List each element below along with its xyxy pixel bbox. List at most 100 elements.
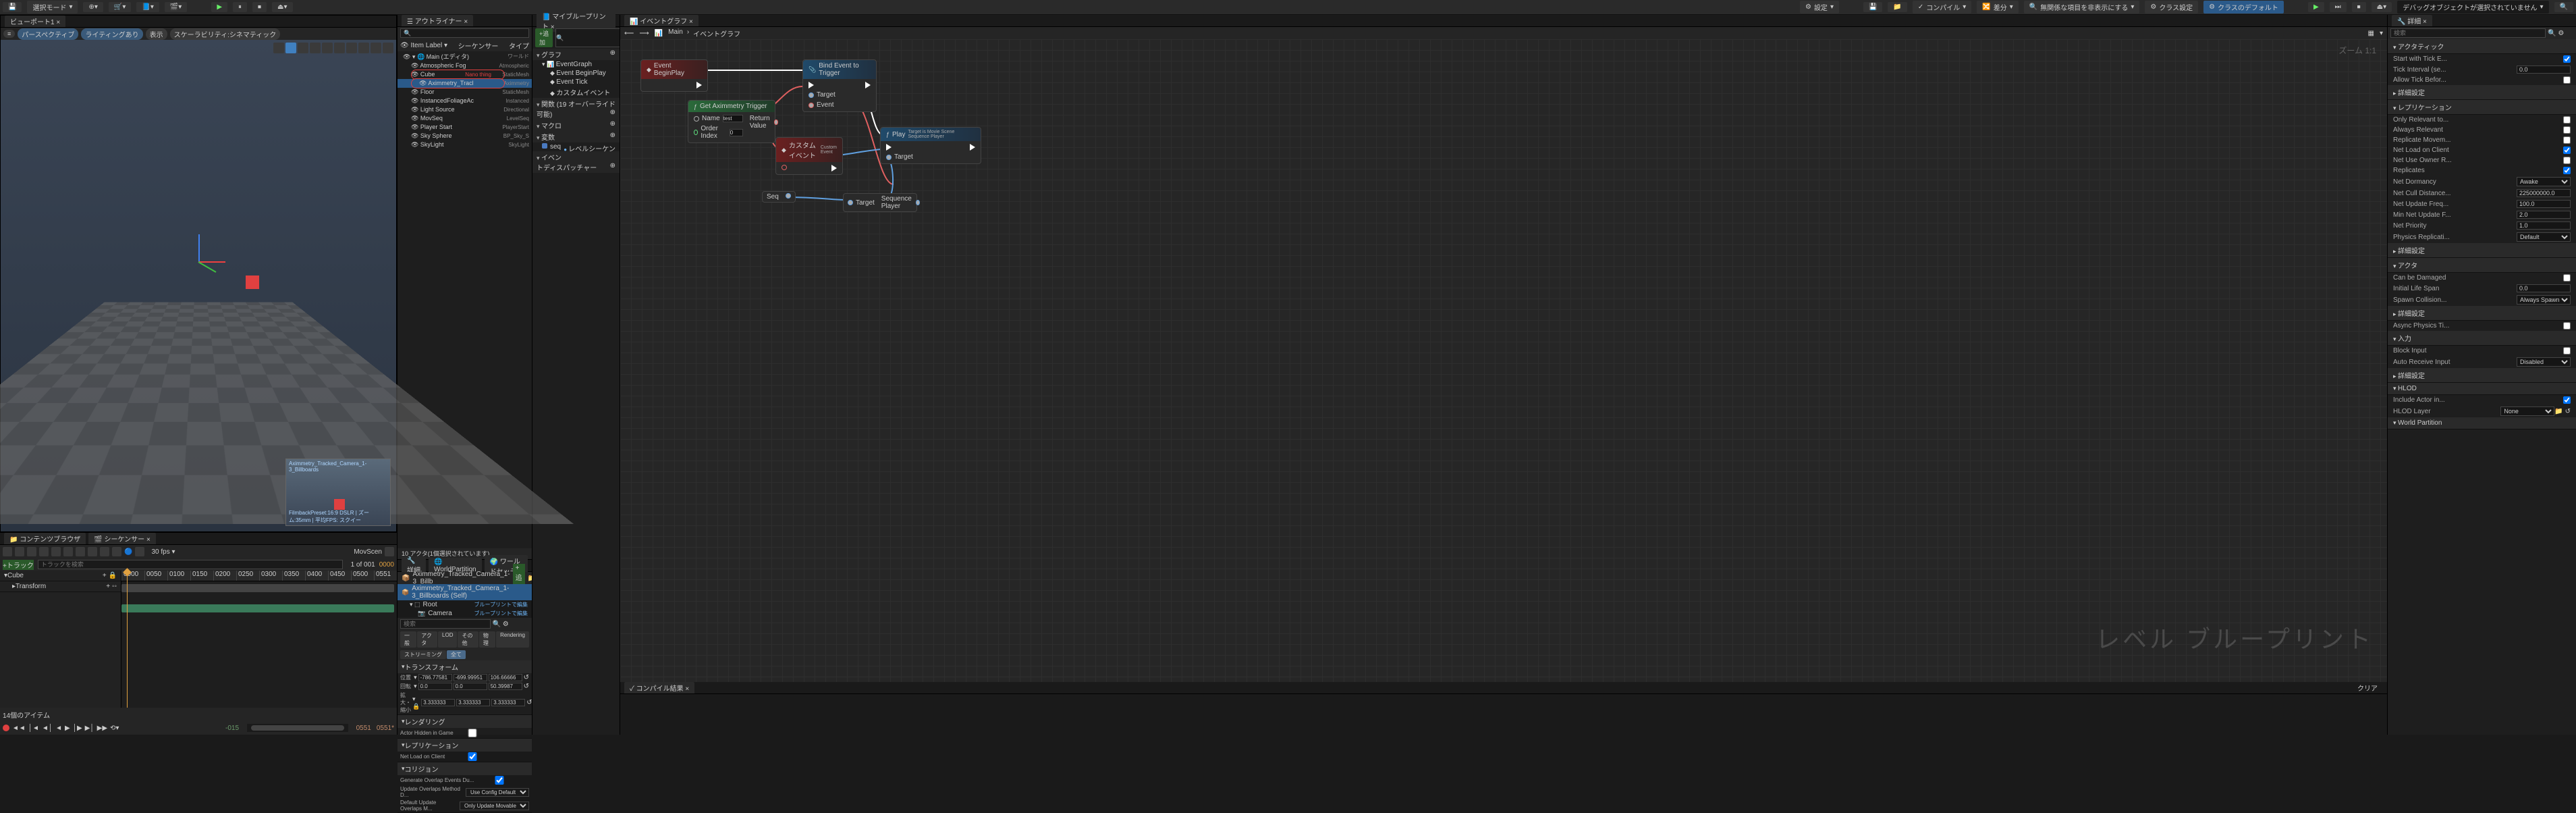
camera-component[interactable]: 📷 Cameraブループリントで編集 <box>398 609 532 618</box>
actor-tick-section[interactable]: ▾ アクタティック <box>2388 39 2576 54</box>
eventgraph-tab[interactable]: 📊 イベントグラフ × <box>624 15 698 26</box>
eventgraph-item[interactable]: ▾ 📊 EventGraph <box>532 60 620 69</box>
graph-options-icon[interactable]: ▾ <box>2380 30 2383 37</box>
clear-button[interactable]: クリア <box>2357 683 2378 693</box>
rot-y[interactable] <box>454 683 487 690</box>
replication-section[interactable]: ▾ レプリケーション <box>398 739 532 752</box>
graph-home-icon[interactable]: 📊 <box>655 30 663 37</box>
actions-icon[interactable] <box>39 547 49 556</box>
range-start[interactable]: -015 <box>225 725 239 732</box>
render-icon[interactable] <box>27 547 36 556</box>
root-component[interactable]: ▾ ⬚ Rootブループリントで編集 <box>398 600 532 609</box>
node-seq-var[interactable]: Seq <box>762 191 796 203</box>
block-input-check[interactable] <box>2563 347 2571 355</box>
order-input[interactable] <box>730 129 743 136</box>
class-defaults-button[interactable]: ⚙ クラスのデフォルト <box>2203 1 2284 14</box>
physics-rep-select[interactable]: Default <box>2517 232 2571 242</box>
rotate-tool-icon[interactable] <box>310 43 321 53</box>
browse-icon[interactable]: 📁 <box>1888 2 1907 12</box>
snap-grid-icon[interactable] <box>334 43 345 53</box>
actor-name[interactable]: Aximmetry_Tracked_Camera_1-3_Billb <box>412 571 510 585</box>
current-frame[interactable]: 0000 <box>379 561 394 569</box>
min-net-input[interactable] <box>2517 211 2571 219</box>
viewport-tab[interactable]: ビューポート1 × <box>5 16 65 27</box>
transform-gizmo[interactable] <box>178 241 219 282</box>
net-update-input[interactable] <box>2517 200 2571 208</box>
add-track-button[interactable]: +トラック <box>3 560 34 570</box>
tab-all[interactable]: 全て <box>447 650 466 659</box>
range-end[interactable]: 0551 <box>356 725 371 732</box>
content-browser-tab[interactable]: 📁 コンテンツブラウザ <box>4 533 86 544</box>
start-tick-check[interactable] <box>2563 55 2571 63</box>
outliner-item[interactable]: 👁 ▾ 🌐 Main (エディタ)ワールド <box>398 51 532 61</box>
mode-dropdown[interactable]: 選択モード ▾ <box>27 1 78 14</box>
eject-button-2[interactable]: ⏏▾ <box>2372 2 2392 12</box>
sequencer-dropdown[interactable]: 🎬▾ <box>165 2 187 12</box>
net-dormancy-select[interactable]: Awake <box>2517 177 2571 186</box>
update-method-select[interactable]: Use Config Default <box>466 788 529 797</box>
functions-header[interactable]: ▾ 関数 (19 オーバーライド可能) ⊕ <box>532 98 620 120</box>
settings-dropdown[interactable]: ⚙ 設定▾ <box>1800 1 1839 14</box>
step-back-icon[interactable]: ◄│ <box>42 725 53 732</box>
input-section[interactable]: ▾ 入力 <box>2388 331 2576 346</box>
event-graph-canvas[interactable]: ズーム 1:1 レベル ブループリント ◆ Event BeginPlay <box>620 39 2387 682</box>
curve-icon[interactable] <box>112 547 121 556</box>
reset-pos-icon[interactable]: ↺ <box>524 674 529 681</box>
class-settings-button[interactable]: ⚙ クラス設定 <box>2145 1 2198 14</box>
show-dropdown[interactable]: 表示 <box>146 28 167 40</box>
node-event-beginplay[interactable]: ◆ Event BeginPlay <box>640 59 708 92</box>
play-reverse-icon[interactable]: ◄ <box>55 725 62 732</box>
node-sequence-player[interactable]: TargetSequence Player <box>843 193 917 212</box>
step-button[interactable]: ⏭ <box>2330 2 2347 12</box>
outliner-item[interactable]: 👁 Player StartPlayerStart <box>398 123 532 132</box>
self-component[interactable]: 📦 Aximmetry_Tracked_Camera_1-3_Billboard… <box>398 584 532 600</box>
macros-header[interactable]: ▾ マクロ ⊕ <box>532 120 620 131</box>
scale-tool-icon[interactable] <box>322 43 333 53</box>
viewmode-dropdown[interactable]: ライティングあり <box>81 28 142 40</box>
playhead[interactable] <box>127 571 128 708</box>
snap-angle-icon[interactable] <box>346 43 357 53</box>
select-tool-icon[interactable] <box>285 43 296 53</box>
tab-physics[interactable]: 物理 <box>479 631 495 648</box>
cube-actor[interactable] <box>246 276 259 289</box>
details-filter-icon[interactable]: 🔍 ⚙ <box>492 621 508 628</box>
sequencer-tab[interactable]: 🎬 シーケンサー × <box>88 533 156 544</box>
custom-event-item[interactable]: ◆ カスタムイベント <box>532 86 620 98</box>
tab-misc[interactable]: その他 <box>458 631 478 648</box>
spawn-coll-select[interactable]: Always Spawn, Ig <box>2517 295 2571 305</box>
step-fwd-icon[interactable]: │▶ <box>73 725 82 732</box>
outliner-tab[interactable]: ☰ アウトライナー × <box>402 15 473 26</box>
pos-z[interactable] <box>489 674 522 681</box>
filter-icon[interactable]: 🔍 ⚙ <box>2548 30 2564 37</box>
net-load-check[interactable] <box>456 752 489 761</box>
view-icon[interactable] <box>51 547 61 556</box>
tab-streaming[interactable]: ストリーミング <box>400 650 446 659</box>
snap-scale-icon[interactable] <box>358 43 369 53</box>
record-button[interactable] <box>3 725 9 731</box>
hlod-layer-select[interactable]: None <box>2500 406 2554 416</box>
outliner-item[interactable]: 👁 MovSeqLevelSeq <box>398 114 532 123</box>
outliner-search[interactable] <box>400 28 529 38</box>
actor-hidden-check[interactable] <box>456 729 489 737</box>
dispatchers-header[interactable]: ▾ イベントディスパッチャー ⊕ <box>532 151 620 173</box>
tick-interval-input[interactable] <box>2517 65 2571 74</box>
camera-speed-icon[interactable] <box>371 43 381 53</box>
loop-icon[interactable]: ⟲▾ <box>110 725 119 732</box>
viewport-options[interactable]: ≡ <box>3 30 15 38</box>
only-relevant-check[interactable] <box>2563 116 2571 124</box>
replicates-check[interactable] <box>2563 167 2571 174</box>
scale-z[interactable] <box>491 699 525 706</box>
eject-button[interactable]: ⏏▾ <box>272 2 292 12</box>
tab-rendering[interactable]: Rendering <box>496 631 529 648</box>
timeline[interactable]: 0000005001000150020002500300035004000450… <box>121 571 397 708</box>
goto-start-icon[interactable]: ◄◄ <box>12 725 26 732</box>
tab-general[interactable]: 一般 <box>400 631 416 648</box>
key-icon[interactable] <box>76 547 85 556</box>
rep-advanced-section[interactable]: ▸ 詳細設定 <box>2388 243 2576 258</box>
perspective-dropdown[interactable]: パースペクティブ <box>18 28 78 40</box>
name-input[interactable] <box>723 115 743 122</box>
snap-toggle[interactable]: 🔵 <box>124 548 132 556</box>
play-button[interactable]: ▶ <box>211 2 227 12</box>
pause-button[interactable]: ⏸ <box>233 2 247 12</box>
hlod-section[interactable]: ▾ HLOD <box>2388 383 2576 395</box>
